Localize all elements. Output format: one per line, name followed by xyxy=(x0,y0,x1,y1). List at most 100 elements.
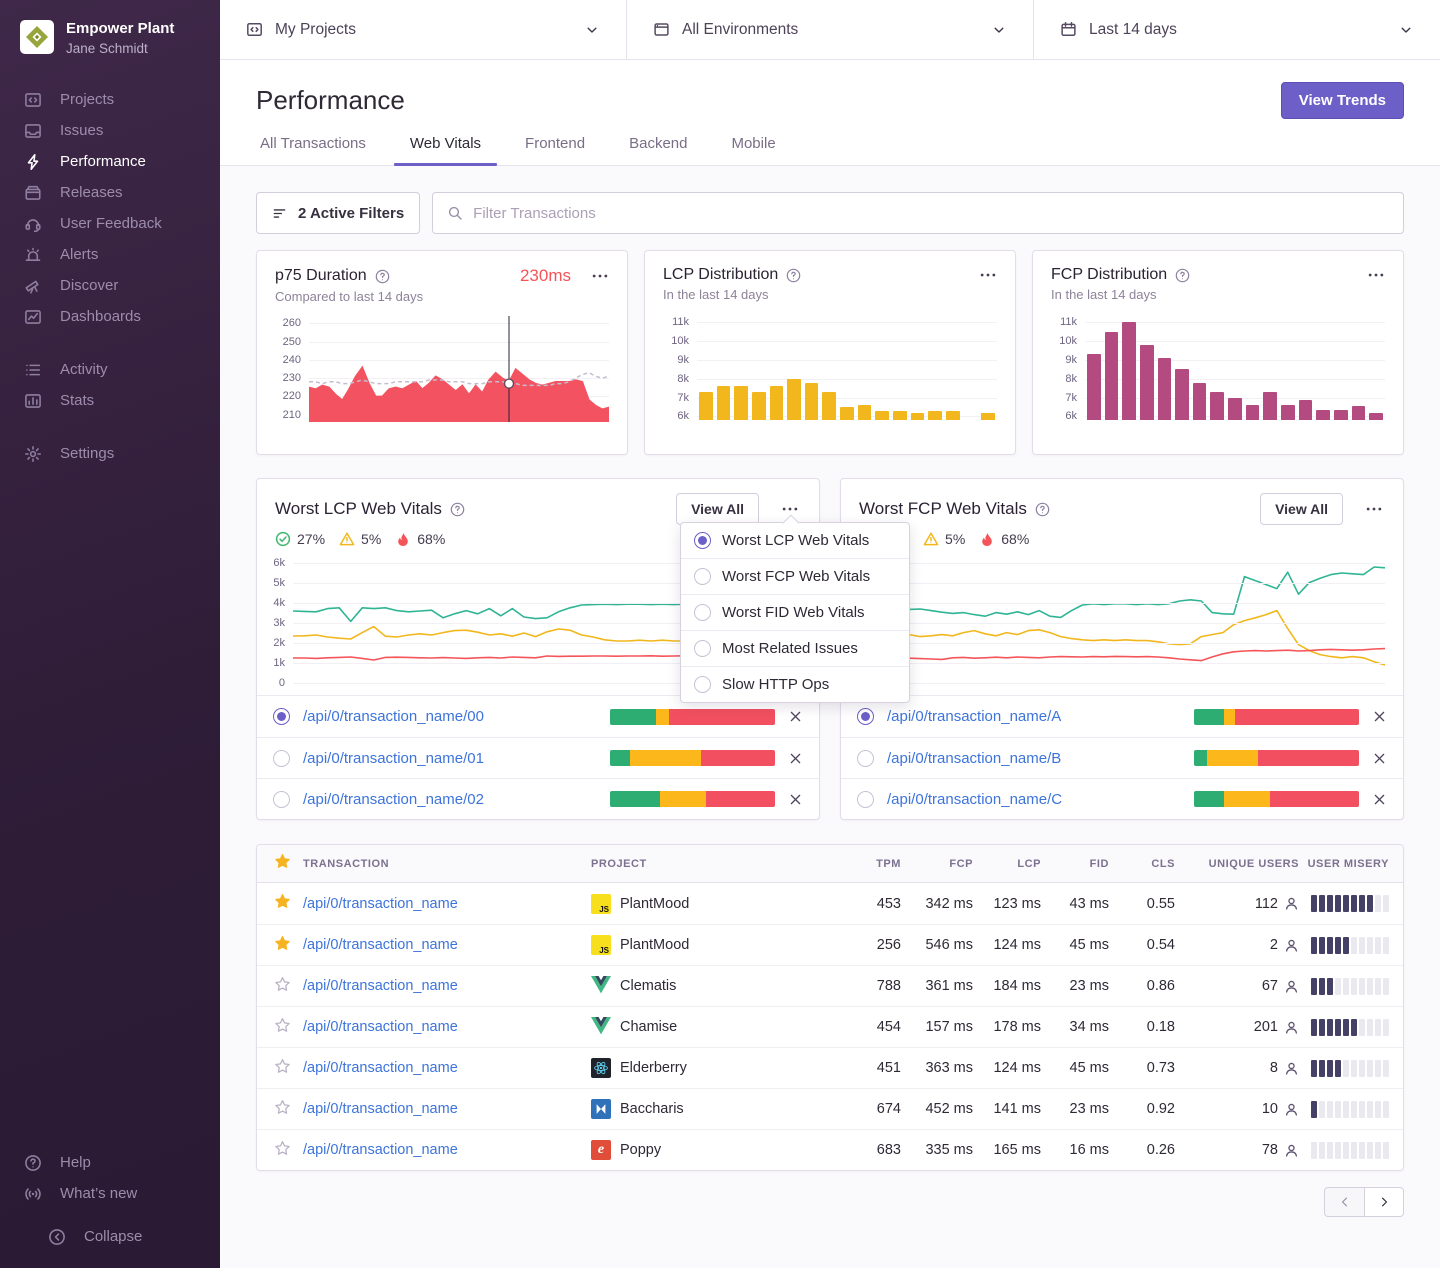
menu-item-worst-fcp-web-vitals[interactable]: Worst FCP Web Vitals xyxy=(681,558,909,594)
help-icon[interactable] xyxy=(1175,268,1190,283)
ellipsis-menu-button[interactable] xyxy=(591,267,609,285)
previous-page-button[interactable] xyxy=(1324,1187,1364,1217)
ellipsis-menu-button[interactable] xyxy=(1365,500,1383,518)
sidebar-item-user-feedback[interactable]: User Feedback xyxy=(24,214,220,233)
y-axis-tick: 11k xyxy=(672,316,689,328)
project-cell[interactable]: Baccharis xyxy=(591,1099,839,1119)
column-header-cls[interactable]: CLS xyxy=(1109,858,1175,870)
histogram-bar xyxy=(1122,322,1136,421)
close-icon[interactable] xyxy=(788,792,803,807)
close-icon[interactable] xyxy=(788,709,803,724)
star-outline-icon[interactable] xyxy=(274,1058,291,1075)
tab-backend[interactable]: Backend xyxy=(625,135,691,165)
project-cell[interactable]: Clematis xyxy=(591,976,839,996)
column-header-fcp[interactable]: FCP xyxy=(901,858,973,870)
star-filled-icon[interactable] xyxy=(274,935,291,952)
transaction-link[interactable]: /api/0/transaction_name/02 xyxy=(303,791,484,808)
radio-button[interactable] xyxy=(273,708,290,725)
project-cell[interactable]: JSPlantMood xyxy=(591,894,839,914)
sidebar-item-collapse[interactable]: Collapse xyxy=(48,1227,220,1246)
star-outline-icon[interactable] xyxy=(274,1140,291,1157)
help-icon[interactable] xyxy=(1035,502,1050,517)
close-icon[interactable] xyxy=(1372,709,1387,724)
help-icon[interactable] xyxy=(375,269,390,284)
column-header-lcp[interactable]: LCP xyxy=(973,858,1041,870)
ellipsis-menu-button[interactable] xyxy=(1367,266,1385,284)
column-header-project[interactable]: PROJECT xyxy=(591,858,839,870)
radio-button[interactable] xyxy=(694,532,711,549)
menu-item-slow-http-ops[interactable]: Slow HTTP Ops xyxy=(681,666,909,702)
org-switcher[interactable]: Empower Plant Jane Schmidt xyxy=(0,0,220,56)
radio-button[interactable] xyxy=(857,750,874,767)
tab-mobile[interactable]: Mobile xyxy=(727,135,779,165)
search-input[interactable] xyxy=(473,205,1389,222)
sidebar-item-projects[interactable]: Projects xyxy=(24,90,220,109)
sidebar-item-help[interactable]: Help xyxy=(24,1153,220,1172)
sidebar-item-settings[interactable]: Settings xyxy=(24,444,220,463)
transaction-link[interactable]: /api/0/transaction_name xyxy=(303,1142,458,1158)
menu-item-most-related-issues[interactable]: Most Related Issues xyxy=(681,630,909,666)
close-icon[interactable] xyxy=(1372,751,1387,766)
transaction-link[interactable]: /api/0/transaction_name/B xyxy=(887,750,1061,767)
menu-item-worst-lcp-web-vitals[interactable]: Worst LCP Web Vitals xyxy=(681,523,909,558)
radio-button[interactable] xyxy=(857,791,874,808)
project-cell[interactable]: ePoppy xyxy=(591,1140,839,1160)
tab-all-transactions[interactable]: All Transactions xyxy=(256,135,370,165)
transaction-link[interactable]: /api/0/transaction_name xyxy=(303,896,458,912)
star-outline-icon[interactable] xyxy=(274,976,291,993)
transaction-link[interactable]: /api/0/transaction_name xyxy=(303,937,458,953)
radio-button[interactable] xyxy=(694,568,711,585)
transaction-link[interactable]: /api/0/transaction_name/00 xyxy=(303,708,484,725)
sidebar-item-discover[interactable]: Discover xyxy=(24,276,220,295)
view-all-button[interactable]: View All xyxy=(1260,493,1343,525)
transaction-link[interactable]: /api/0/transaction_name/01 xyxy=(303,750,484,767)
view-all-button[interactable]: View All xyxy=(676,493,759,525)
transaction-link[interactable]: /api/0/transaction_name xyxy=(303,1019,458,1035)
star-outline-icon[interactable] xyxy=(274,1099,291,1116)
environment-selector[interactable]: All Environments xyxy=(626,0,1033,59)
active-filters-button[interactable]: 2 Active Filters xyxy=(256,192,420,234)
project-cell[interactable]: JSPlantMood xyxy=(591,935,839,955)
radio-button[interactable] xyxy=(273,750,290,767)
menu-item-worst-fid-web-vitals[interactable]: Worst FID Web Vitals xyxy=(681,594,909,630)
radio-button[interactable] xyxy=(273,791,290,808)
column-header-unique-users[interactable]: UNIQUE USERS xyxy=(1175,858,1299,870)
sidebar-item-whats-new[interactable]: What’s new xyxy=(24,1184,220,1203)
help-icon[interactable] xyxy=(450,502,465,517)
column-header-fid[interactable]: FID xyxy=(1041,858,1109,870)
date-range-selector[interactable]: Last 14 days xyxy=(1033,0,1440,59)
sidebar-item-stats[interactable]: Stats xyxy=(24,391,220,410)
transaction-link[interactable]: /api/0/transaction_name xyxy=(303,978,458,994)
star-filled-icon[interactable] xyxy=(274,893,291,910)
radio-button[interactable] xyxy=(694,604,711,621)
column-header-tpm[interactable]: TPM xyxy=(839,858,901,870)
sidebar-item-performance[interactable]: Performance xyxy=(24,152,220,171)
transaction-link[interactable]: /api/0/transaction_name xyxy=(303,1101,458,1117)
sidebar-item-dashboards[interactable]: Dashboards xyxy=(24,307,220,326)
project-selector[interactable]: My Projects xyxy=(220,0,626,59)
sidebar-item-releases[interactable]: Releases xyxy=(24,183,220,202)
radio-button[interactable] xyxy=(857,708,874,725)
sidebar-item-issues[interactable]: Issues xyxy=(24,121,220,140)
radio-button[interactable] xyxy=(694,676,711,693)
star-outline-icon[interactable] xyxy=(274,1017,291,1034)
ellipsis-menu-button[interactable] xyxy=(979,266,997,284)
radio-button[interactable] xyxy=(694,640,711,657)
transaction-link[interactable]: /api/0/transaction_name/C xyxy=(887,791,1062,808)
next-page-button[interactable] xyxy=(1364,1187,1404,1217)
tab-web-vitals[interactable]: Web Vitals xyxy=(406,135,485,165)
column-header-user-misery[interactable]: USER MISERY xyxy=(1299,858,1404,870)
view-trends-button[interactable]: View Trends xyxy=(1281,82,1404,119)
help-icon[interactable] xyxy=(786,268,801,283)
sidebar-item-alerts[interactable]: Alerts xyxy=(24,245,220,264)
star-icon[interactable] xyxy=(274,853,291,870)
close-icon[interactable] xyxy=(788,751,803,766)
tab-frontend[interactable]: Frontend xyxy=(521,135,589,165)
project-cell[interactable]: Elderberry xyxy=(591,1058,839,1078)
project-cell[interactable]: Chamise xyxy=(591,1017,839,1037)
transaction-link[interactable]: /api/0/transaction_name/A xyxy=(887,708,1061,725)
close-icon[interactable] xyxy=(1372,792,1387,807)
transaction-link[interactable]: /api/0/transaction_name xyxy=(303,1060,458,1076)
sidebar-item-activity[interactable]: Activity xyxy=(24,360,220,379)
column-header-transaction[interactable]: TRANSACTION xyxy=(303,858,591,870)
